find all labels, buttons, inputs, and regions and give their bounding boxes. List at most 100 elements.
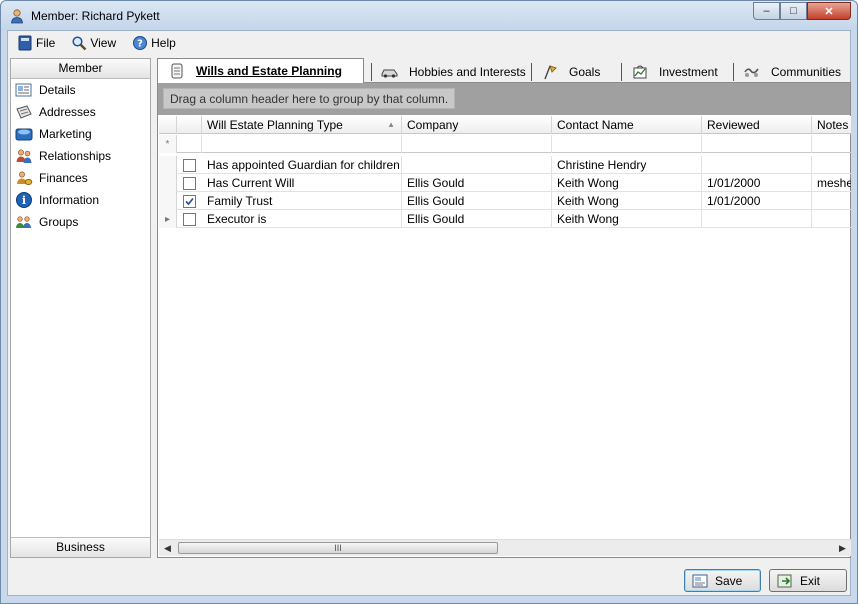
- exit-button[interactable]: Exit: [769, 569, 847, 592]
- cell-type[interactable]: Executor is: [202, 210, 402, 228]
- window-title: Member: Richard Pykett: [31, 9, 160, 23]
- cell-contact[interactable]: Keith Wong: [552, 174, 702, 192]
- row-checkbox[interactable]: [183, 213, 196, 226]
- nav-item-label: Information: [39, 193, 100, 207]
- row-checkbox[interactable]: [183, 177, 196, 190]
- cell-company[interactable]: [402, 156, 552, 174]
- row-checkbox-checked[interactable]: [183, 195, 196, 208]
- nav-item-label: Finances: [39, 171, 88, 185]
- tab-label: Investment: [659, 65, 718, 79]
- cell-company[interactable]: Ellis Gould: [402, 210, 552, 228]
- exit-icon: [776, 573, 796, 589]
- cell-company[interactable]: Ellis Gould: [402, 192, 552, 210]
- cell-notes[interactable]: [812, 156, 851, 174]
- scroll-right-arrow-icon[interactable]: ▶: [834, 540, 851, 556]
- menu-view[interactable]: View: [68, 33, 119, 53]
- nav-item-label: Addresses: [39, 105, 96, 119]
- cell-reviewed[interactable]: [702, 156, 812, 174]
- cell-notes[interactable]: meshes: [812, 174, 851, 192]
- tab-label: Goals: [569, 65, 601, 79]
- table-row-current[interactable]: ▸ Executor is Ellis Gould Keith Wong: [159, 210, 851, 228]
- scroll-thumb[interactable]: III: [178, 542, 498, 554]
- svg-text:i: i: [22, 194, 26, 207]
- nav-item-details[interactable]: Details: [11, 79, 150, 101]
- nav-header-member[interactable]: Member: [11, 59, 150, 79]
- tab-goals[interactable]: Goals: [531, 62, 621, 82]
- new-row-cell[interactable]: [177, 135, 202, 153]
- member-nav-panel: Member Details Addresses Marketing Relat…: [10, 58, 151, 558]
- nav-item-finances[interactable]: Finances: [11, 167, 150, 189]
- title-bar: Member: Richard Pykett – □ ✕: [0, 0, 858, 30]
- new-row[interactable]: *: [159, 135, 851, 153]
- nav-item-information[interactable]: i Information: [11, 189, 150, 211]
- header-checkbox-column[interactable]: [177, 116, 202, 134]
- minimize-icon: –: [763, 5, 770, 17]
- sort-asc-icon: ▲: [387, 120, 395, 129]
- row-checkbox[interactable]: [183, 159, 196, 172]
- scroll-left-arrow-icon[interactable]: ◀: [159, 540, 176, 556]
- cell-type[interactable]: Has appointed Guardian for children: [202, 156, 402, 174]
- magnifier-icon: [71, 35, 87, 51]
- cell-reviewed[interactable]: 1/01/2000: [702, 174, 812, 192]
- cell-company[interactable]: Ellis Gould: [402, 174, 552, 192]
- nav-item-groups[interactable]: Groups: [11, 211, 150, 233]
- save-icon: [691, 573, 711, 589]
- table-row[interactable]: Has Current Will Ellis Gould Keith Wong …: [159, 174, 851, 192]
- nav-item-label: Marketing: [39, 127, 92, 141]
- table-row[interactable]: Has appointed Guardian for children Chri…: [159, 156, 851, 174]
- column-header-label: Will Estate Planning Type: [207, 118, 343, 132]
- tab-label: Communities: [771, 65, 842, 79]
- investment-icon: [631, 64, 649, 80]
- tab-investment[interactable]: Investment: [621, 62, 733, 82]
- new-row-marker: *: [159, 135, 177, 153]
- communities-icon: [743, 64, 761, 80]
- table-row[interactable]: Family Trust Ellis Gould Keith Wong 1/01…: [159, 192, 851, 210]
- column-header-reviewed[interactable]: Reviewed: [702, 116, 812, 134]
- column-header-company[interactable]: Company: [402, 116, 552, 134]
- nav-footer-business[interactable]: Business: [11, 537, 150, 557]
- group-by-area[interactable]: Drag a column header here to group by th…: [158, 83, 850, 115]
- cell-notes[interactable]: [812, 210, 851, 228]
- nav-item-addresses[interactable]: Addresses: [11, 101, 150, 123]
- tab-wills-estate-planning[interactable]: Wills and Estate Planning: [157, 58, 364, 83]
- close-button[interactable]: ✕: [807, 2, 851, 20]
- new-row-cell[interactable]: [702, 135, 812, 153]
- tab-label: Hobbies and Interests: [409, 65, 526, 79]
- menu-bar: File View ? Help: [8, 31, 850, 55]
- menu-file-label: File: [36, 36, 56, 50]
- menu-file[interactable]: File: [14, 33, 58, 53]
- tab-label: Wills and Estate Planning: [196, 64, 342, 78]
- cell-contact[interactable]: Christine Hendry: [552, 156, 702, 174]
- new-row-cell[interactable]: [202, 135, 402, 153]
- cell-notes[interactable]: [812, 192, 851, 210]
- cell-contact[interactable]: Keith Wong: [552, 192, 702, 210]
- cell-reviewed[interactable]: [702, 210, 812, 228]
- new-row-cell[interactable]: [402, 135, 552, 153]
- column-header-contact[interactable]: Contact Name: [552, 116, 702, 134]
- groups-icon: [15, 213, 33, 231]
- tab-communities[interactable]: Communities: [733, 62, 851, 82]
- addresses-icon: [15, 103, 33, 121]
- tab-hobbies-interests[interactable]: Hobbies and Interests: [371, 62, 531, 82]
- cell-contact[interactable]: Keith Wong: [552, 210, 702, 228]
- nav-item-label: Relationships: [39, 149, 112, 163]
- nav-item-relationships[interactable]: Relationships: [11, 145, 150, 167]
- help-icon: ?: [132, 35, 148, 51]
- cell-type[interactable]: Has Current Will: [202, 174, 402, 192]
- close-icon: ✕: [824, 5, 834, 18]
- cell-type[interactable]: Family Trust: [202, 192, 402, 210]
- nav-item-marketing[interactable]: Marketing: [11, 123, 150, 145]
- checkmark-icon: [185, 197, 194, 206]
- column-header-notes[interactable]: Notes: [812, 116, 851, 134]
- column-header-type[interactable]: Will Estate Planning Type ▲: [202, 116, 402, 134]
- maximize-button[interactable]: □: [780, 2, 807, 20]
- save-button[interactable]: Save: [684, 569, 761, 592]
- wills-estate-panel: Drag a column header here to group by th…: [157, 82, 851, 558]
- save-button-label: Save: [715, 573, 743, 588]
- new-row-cell[interactable]: [812, 135, 851, 153]
- menu-help[interactable]: ? Help: [129, 33, 179, 53]
- cell-reviewed[interactable]: 1/01/2000: [702, 192, 812, 210]
- new-row-cell[interactable]: [552, 135, 702, 153]
- horizontal-scrollbar[interactable]: ◀ III ▶: [159, 539, 851, 556]
- minimize-button[interactable]: –: [753, 2, 780, 20]
